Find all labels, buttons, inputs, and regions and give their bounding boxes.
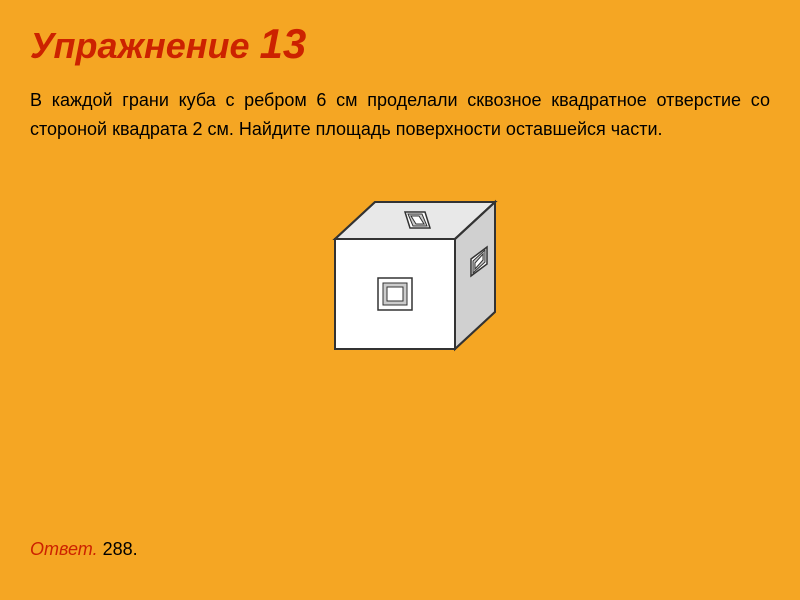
page-container: Упражнение 13 В каждой грани куба с ребр…	[0, 0, 800, 600]
title-number: 13	[260, 20, 307, 68]
answer-line: Ответ. 288.	[30, 539, 138, 560]
cube-illustration	[30, 164, 770, 384]
answer-value: 288.	[103, 539, 138, 559]
problem-text: В каждой грани куба с ребром 6 см продел…	[30, 86, 770, 144]
title-prefix: Упражнение	[30, 25, 250, 67]
cube-svg	[290, 164, 510, 384]
title-line: Упражнение 13	[30, 20, 770, 68]
answer-label: Ответ.	[30, 539, 98, 559]
